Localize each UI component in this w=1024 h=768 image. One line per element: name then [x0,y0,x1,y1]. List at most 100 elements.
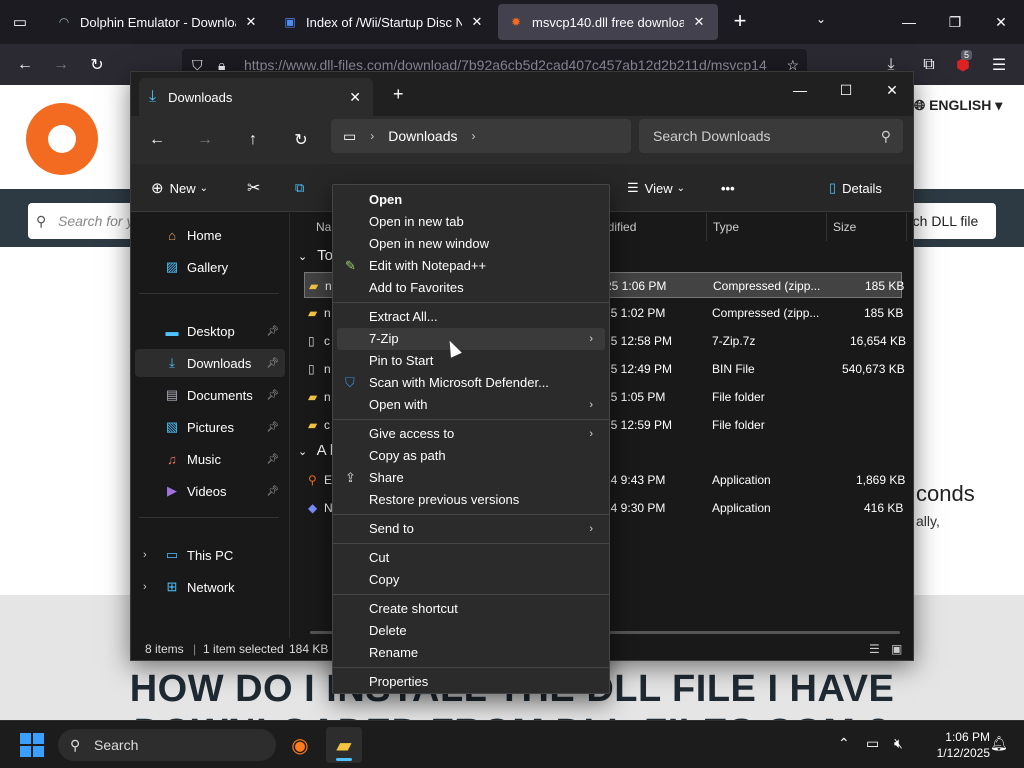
expand-icon[interactable]: › [143,549,147,561]
list-all-tabs-icon[interactable]: ⌄ [816,12,826,26]
menu-item-open-new-window[interactable]: Open in new window [337,233,605,255]
explorer-tab-downloads[interactable]: ⤓ Downloads ✕ [139,78,373,116]
new-tab-icon[interactable]: + [393,84,404,105]
file-name: n [325,279,332,293]
forward-icon[interactable]: → [48,52,74,78]
menu-item-cut[interactable]: Cut [337,547,605,569]
back-icon[interactable]: ← [12,52,38,78]
chevron-up-icon[interactable]: ⌃ [838,735,850,752]
file-explorer-icon[interactable]: ▰ [326,727,362,763]
menu-item-open-with[interactable]: Open with › [337,394,605,416]
menu-item-create-shortcut[interactable]: Create shortcut [337,598,605,620]
language-selector[interactable]: 🌐︎ ENGLISH ▾ [914,97,1002,114]
pin-icon[interactable]: 📌︎ [266,422,279,433]
network-icon[interactable]: ▭ [866,735,879,752]
firefox-icon[interactable]: ◉ [282,727,318,763]
start-button-icon[interactable] [20,733,44,757]
sidebar-item-pictures[interactable]: ▧ Pictures 📌︎ [135,413,285,441]
menu-icon[interactable]: ☰ [986,52,1012,78]
sidebar-item-network[interactable]: › ⊞ Network [135,573,285,601]
context-menu: Open Open in new tab Open in new window … [332,184,610,694]
pin-icon[interactable]: 📌︎ [266,390,279,401]
menu-item-pin-start[interactable]: Pin to Start [337,350,605,372]
menu-item-give-access[interactable]: Give access to › [337,423,605,445]
minimize-icon[interactable]: — [777,76,823,104]
explorer-search-input[interactable]: Search Downloads ⚲ [639,119,903,153]
column-header-modified[interactable]: odified [595,213,707,241]
pin-icon[interactable]: 📌︎ [266,454,279,465]
minimize-icon[interactable]: — [886,0,932,44]
browser-tab-dllfiles[interactable]: ✹ msvcp140.dll free download | D ✕ [498,4,718,40]
sidebar-item-label: Documents [187,387,253,403]
pin-icon[interactable]: 📌︎ [266,358,279,369]
close-tab-icon[interactable]: ✕ [690,14,708,30]
menu-item-send-to[interactable]: Send to › [337,518,605,540]
close-tab-icon[interactable]: ✕ [242,14,260,30]
menu-item-copy-path[interactable]: Copy as path [337,445,605,467]
details-view-icon[interactable]: ☰ [869,638,880,660]
column-header-size[interactable]: Size [827,213,907,241]
sidebar-item-home[interactable]: ⌂ Home [135,221,285,249]
menu-item-delete[interactable]: Delete [337,620,605,642]
tiles-view-icon[interactable]: ▣ [891,638,902,660]
browser-tab-index[interactable]: ▣ Index of /Wii/Startup Disc NAN ✕ [272,4,496,40]
details-button[interactable]: ▯ Details [829,176,882,200]
menu-item-share[interactable]: ⇪ Share [337,467,605,489]
close-window-icon[interactable]: ✕ [869,76,915,104]
menu-item-scan-defender[interactable]: ⛉ Scan with Microsoft Defender... [337,372,605,394]
dllfiles-logo-icon[interactable] [26,103,98,175]
view-button[interactable]: ☰ View ⌄ [627,176,685,200]
breadcrumb[interactable]: ▭ › Downloads › [331,119,631,153]
add-icon: ⊕ [151,180,164,197]
close-tab-icon[interactable]: ✕ [468,14,486,30]
column-header-type[interactable]: Type [707,213,827,241]
sidebar-item-music[interactable]: ♫ Music 📌︎ [135,445,285,473]
menu-item-rename[interactable]: Rename [337,642,605,664]
sidebar-item-videos[interactable]: ▶ Videos 📌︎ [135,477,285,505]
menu-item-edit-notepadpp[interactable]: ✎ Edit with Notepad++ [337,255,605,277]
pin-icon[interactable]: 📌︎ [266,486,279,497]
copy-icon[interactable]: ⧉ [295,176,304,200]
new-button[interactable]: ⊕ New ⌄ [151,176,208,200]
more-options-button[interactable]: ••• [721,176,735,200]
status-size: 184 KB [289,642,329,656]
system-clock[interactable]: 1:06 PM 1/12/2025 [920,729,990,761]
browser-tab-dolphin[interactable]: ◠ Dolphin Emulator - Download ✕ [46,4,270,40]
sidebar-item-downloads[interactable]: ⤓ Downloads 📌︎ [135,349,285,377]
menu-item-open[interactable]: Open [337,189,605,211]
up-icon[interactable]: ↑ [239,128,267,152]
menu-item-properties[interactable]: Properties [337,671,605,693]
menu-item-copy[interactable]: Copy [337,569,605,591]
refresh-icon[interactable]: ↻ [287,128,315,152]
reload-icon[interactable]: ↻ [84,52,110,78]
menu-item-label: Create shortcut [369,601,458,616]
sidebar-item-documents[interactable]: ▤ Documents 📌︎ [135,381,285,409]
back-icon[interactable]: ← [143,128,171,152]
menu-item-7zip[interactable]: 7-Zip › [337,328,605,350]
close-tab-icon[interactable]: ✕ [349,89,361,106]
menu-item-add-favorites[interactable]: Add to Favorites [337,277,605,299]
file-date: 24 9:30 PM [604,501,666,515]
extensions-icon[interactable]: ⧉ [916,52,942,78]
menu-item-open-new-tab[interactable]: Open in new tab [337,211,605,233]
restore-icon[interactable]: ❐ [932,0,978,44]
cut-icon[interactable]: ✂ [247,176,260,200]
firefox-view-icon[interactable]: ▭ [0,0,40,44]
file-type: File folder [712,418,765,432]
maximize-icon[interactable]: ☐ [823,76,869,104]
menu-item-extract-all[interactable]: Extract All... [337,306,605,328]
menu-item-restore-versions[interactable]: Restore previous versions [337,489,605,511]
file-size: 540,673 KB [842,362,905,376]
sidebar-item-this-pc[interactable]: › ▭ This PC [135,541,285,569]
sidebar-item-gallery[interactable]: ▨ Gallery [135,253,285,281]
breadcrumb-downloads[interactable]: Downloads [388,128,457,144]
taskbar-search-box[interactable]: ⚲ Search [58,729,276,761]
notifications-bell-icon[interactable]: 🔔︎ [990,735,1008,752]
new-tab-icon[interactable]: + [728,8,752,36]
expand-icon[interactable]: › [143,581,147,593]
close-window-icon[interactable]: ✕ [978,0,1024,44]
pin-icon[interactable]: 📌︎ [266,326,279,337]
volume-muted-icon[interactable]: 🔇︎ [894,735,903,752]
sidebar-item-desktop[interactable]: ▬ Desktop 📌︎ [135,317,285,345]
forward-icon[interactable]: → [191,128,219,152]
